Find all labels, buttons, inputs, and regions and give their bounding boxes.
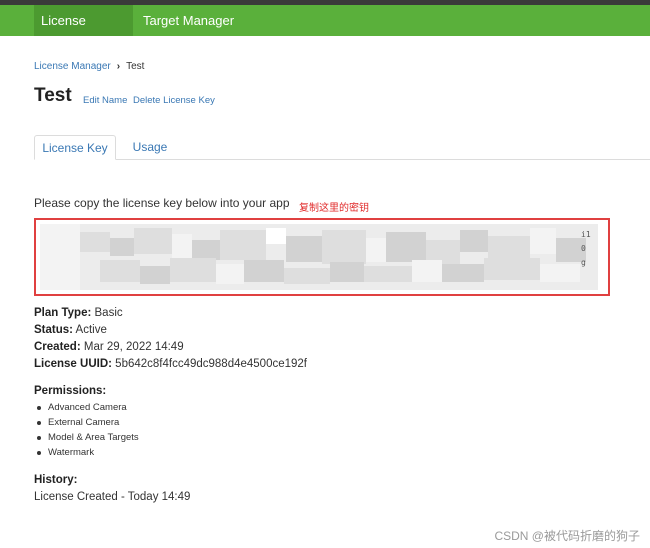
created-label: Created:: [34, 341, 81, 353]
permissions-heading: Permissions:: [34, 385, 106, 397]
uuid-label: License UUID:: [34, 358, 112, 370]
breadcrumb: License Manager › Test: [34, 61, 144, 72]
created-row: Created: Mar 29, 2022 14:49: [34, 341, 184, 353]
tab-usage[interactable]: Usage: [120, 135, 180, 160]
delete-license-key-link[interactable]: Delete License Key: [133, 95, 215, 106]
history-entry: License Created - Today 14:49: [34, 491, 191, 503]
key-edge-text-1: i1: [581, 230, 591, 239]
breadcrumb-current: Test: [126, 61, 145, 72]
plan-type-value: Basic: [94, 307, 123, 319]
annotation-copy-key: 复制这里的密钥: [299, 203, 369, 214]
key-edge-text-3: g: [581, 258, 586, 267]
status-row: Status: Active: [34, 324, 107, 336]
history-heading-text: History:: [34, 474, 78, 486]
uuid-value: 5b642c8f4fcc49dc988d4e4500ce192f: [115, 358, 308, 370]
created-value: Mar 29, 2022 14:49: [83, 341, 184, 353]
tab-license-key[interactable]: License Key: [34, 135, 116, 160]
plan-type-row: Plan Type: Basic: [34, 307, 123, 319]
breadcrumb-license-manager-link[interactable]: License Manager: [34, 61, 111, 72]
list-item: Watermark: [34, 445, 139, 460]
uuid-row: License UUID: 5b642c8f4fcc49dc988d4e4500…: [34, 358, 307, 370]
permissions-heading-text: Permissions:: [34, 385, 107, 397]
status-value: Active: [75, 324, 107, 336]
copy-instructions: Please copy the license key below into y…: [34, 196, 290, 210]
license-key-textarea[interactable]: [40, 224, 598, 290]
watermark: CSDN @被代码折磨的狗子: [494, 529, 640, 543]
list-item: External Camera: [34, 415, 139, 430]
nav-target-manager[interactable]: Target Manager: [136, 5, 241, 36]
top-navigation-bar: License Manager Target Manager: [0, 0, 650, 59]
permissions-list: Advanced Camera External Camera Model & …: [34, 400, 139, 460]
list-item: Model & Area Targets: [34, 430, 139, 445]
page-title: Test: [34, 85, 72, 106]
key-edge-text-2: 0: [581, 244, 586, 253]
edit-name-link[interactable]: Edit Name: [83, 95, 127, 106]
list-item: Advanced Camera: [34, 400, 139, 415]
history-heading: History:: [34, 474, 77, 486]
breadcrumb-separator-icon: ›: [116, 61, 121, 72]
nav-license-manager[interactable]: License Manager: [34, 5, 133, 59]
plan-type-label: Plan Type:: [34, 307, 92, 319]
status-label: Status:: [34, 324, 73, 336]
